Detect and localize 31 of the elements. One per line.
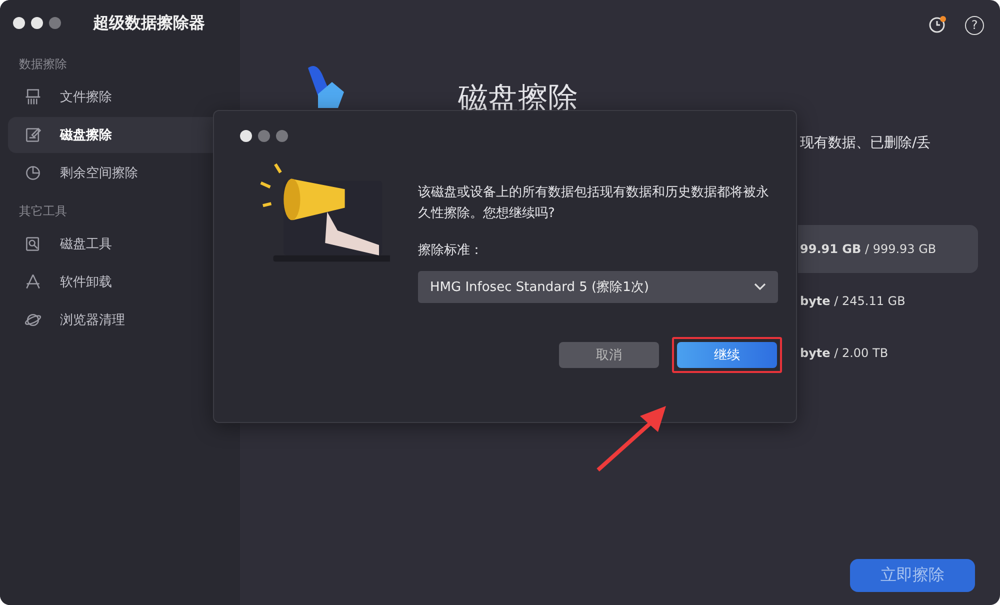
- drive-row[interactable]: 99.91 GB / 999.93 GB: [798, 225, 978, 273]
- sidebar-item[interactable]: 软件卸载: [8, 264, 232, 300]
- window-title: 超级数据擦除器: [93, 12, 205, 34]
- planet-icon: [24, 311, 42, 329]
- history-icon[interactable]: [927, 15, 947, 35]
- sidebar-item[interactable]: 磁盘工具: [8, 226, 232, 262]
- chevron-down-icon: [754, 283, 766, 291]
- continue-button[interactable]: 继续: [677, 342, 777, 368]
- sidebar-item[interactable]: 剩余空间擦除: [8, 155, 232, 191]
- description-text: 现有数据、已删除/丢: [799, 134, 932, 152]
- erase-standard-dropdown[interactable]: HMG Infosec Standard 5 (擦除1次): [418, 271, 778, 303]
- section-heading: 数据擦除: [18, 56, 68, 73]
- pie-icon: [24, 164, 42, 182]
- minimize-dot-icon[interactable]: [31, 17, 43, 29]
- field-label: 擦除标准：: [418, 242, 484, 259]
- shredder-icon: [24, 88, 42, 106]
- apps-icon: [24, 273, 42, 291]
- drive-row[interactable]: byte / 2.00 TB: [798, 329, 978, 377]
- zoom-dot-icon[interactable]: [276, 130, 288, 142]
- sidebar-item[interactable]: 文件擦除: [8, 79, 232, 115]
- close-dot-icon[interactable]: [240, 130, 252, 142]
- warning-message: 该磁盘或设备上的所有数据包括现有数据和历史数据都将被永久性擦除。您想继续吗?: [418, 184, 770, 223]
- cancel-button[interactable]: 取消: [559, 342, 659, 368]
- minimize-dot-icon[interactable]: [258, 130, 270, 142]
- tool-icon: [24, 235, 42, 253]
- section-heading: 其它工具: [18, 203, 68, 220]
- drive-row[interactable]: byte / 245.11 GB: [798, 277, 978, 325]
- close-dot-icon[interactable]: [13, 17, 25, 29]
- zoom-dot-icon[interactable]: [49, 17, 61, 29]
- sidebar-item[interactable]: 浏览器清理: [8, 302, 232, 338]
- help-button[interactable]: ?: [965, 16, 984, 34]
